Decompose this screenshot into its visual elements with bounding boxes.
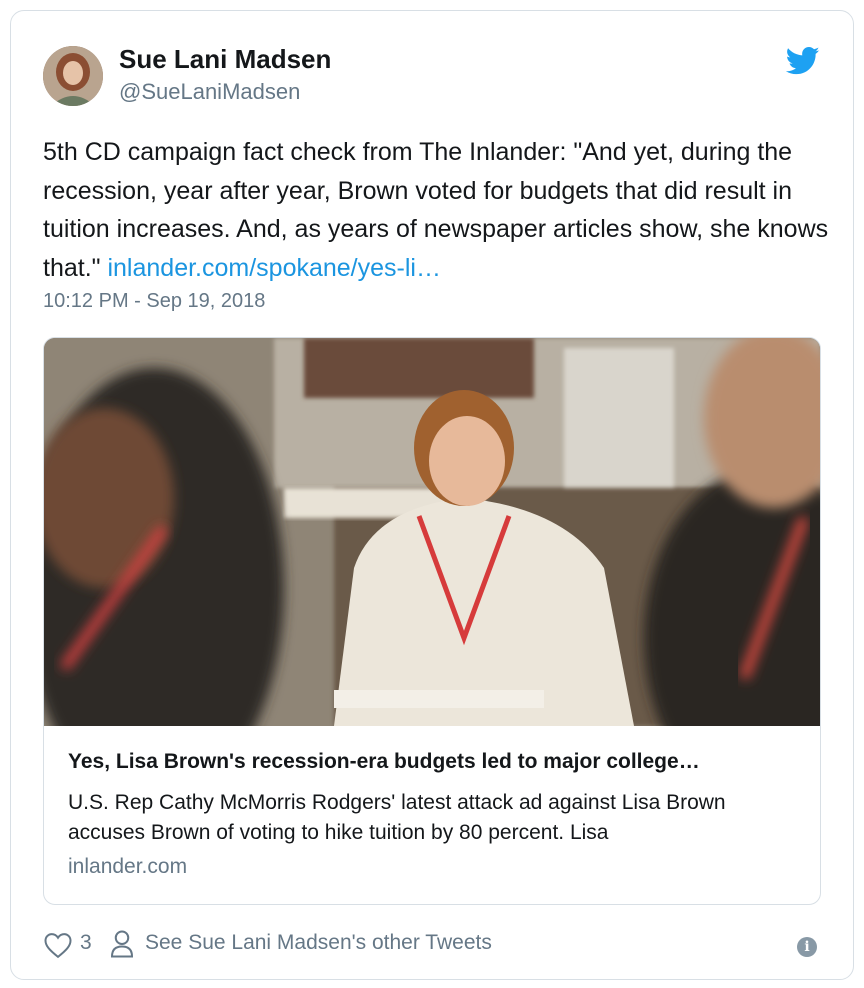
info-icon[interactable]: i: [797, 937, 817, 957]
twitter-bird-icon[interactable]: [786, 46, 820, 76]
other-tweets-link[interactable]: See Sue Lani Madsen's other Tweets: [145, 931, 492, 955]
heart-icon[interactable]: [43, 931, 73, 959]
like-count[interactable]: 3: [80, 931, 92, 955]
author-name[interactable]: Sue Lani Madsen: [119, 44, 331, 75]
tweet-text: 5th CD campaign fact check from The Inla…: [43, 133, 833, 287]
link-card-domain: inlander.com: [68, 855, 188, 878]
author-handle[interactable]: @SueLaniMadsen: [119, 79, 300, 105]
link-preview-card[interactable]: Yes, Lisa Brown's recession-era budgets …: [43, 337, 821, 905]
avatar[interactable]: [43, 46, 103, 106]
tweet-link[interactable]: inlander.com/spokane/yes-li…: [107, 254, 441, 282]
embedded-tweet: Sue Lani Madsen @SueLaniMadsen 5th CD ca…: [10, 10, 854, 980]
tweet-timestamp[interactable]: 10:12 PM - Sep 19, 2018: [43, 290, 265, 313]
link-card-title: Yes, Lisa Brown's recession-era budgets …: [68, 750, 700, 773]
article-photo: [44, 338, 820, 726]
person-icon: [110, 930, 134, 958]
link-card-description: U.S. Rep Cathy McMorris Rodgers' latest …: [68, 791, 726, 844]
